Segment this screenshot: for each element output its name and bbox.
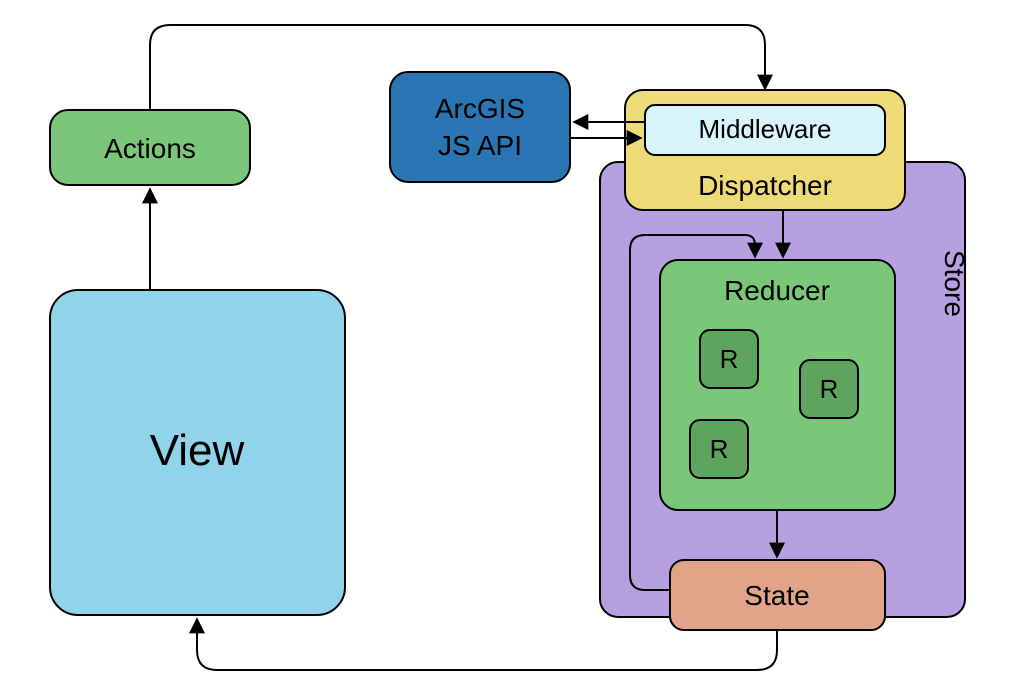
dispatcher-label: Dispatcher (698, 170, 832, 201)
reducer-sub-3-label: R (710, 434, 729, 464)
redux-architecture-diagram: Store Dispatcher Middleware Reducer R R … (0, 0, 1024, 691)
arcgis-label-1: ArcGIS (435, 93, 525, 124)
state-label: State (744, 580, 809, 611)
reducer-sub-1-label: R (720, 344, 739, 374)
actions-label: Actions (104, 133, 196, 164)
store-label: Store (939, 250, 970, 317)
reducer-sub-2-label: R (820, 374, 839, 404)
arcgis-box (390, 72, 570, 182)
middleware-label: Middleware (699, 114, 832, 144)
view-label: View (150, 426, 245, 475)
reducer-label: Reducer (724, 275, 830, 306)
arcgis-label-2: JS API (438, 130, 522, 161)
